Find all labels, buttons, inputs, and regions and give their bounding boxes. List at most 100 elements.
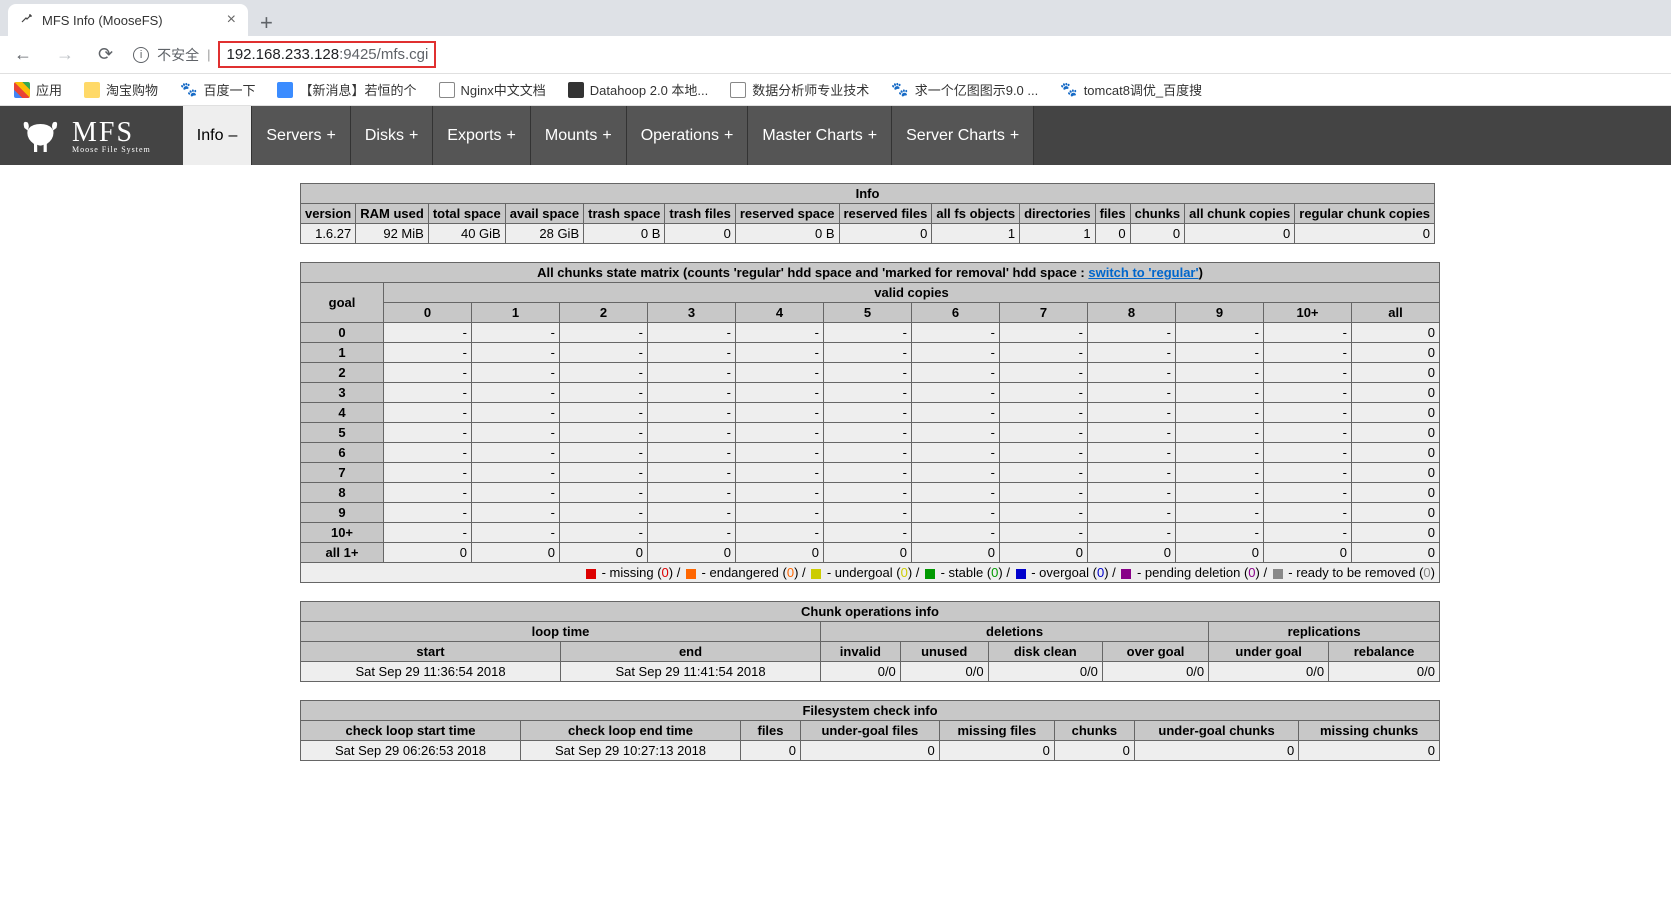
matrix-cell: - — [824, 463, 912, 483]
matrix-switch-link[interactable]: switch to 'regular' — [1088, 265, 1198, 280]
matrix-cell: - — [736, 423, 824, 443]
tab-suffix: + — [507, 127, 516, 145]
ops-del-header: invalid — [821, 642, 901, 662]
ops-rep-header: rebalance — [1329, 642, 1440, 662]
matrix-col-header: 8 — [1088, 303, 1176, 323]
matrix-cell: - — [560, 343, 648, 363]
matrix-cell: - — [912, 503, 1000, 523]
matrix-cell: - — [824, 423, 912, 443]
matrix-col-header: 7 — [1000, 303, 1088, 323]
forward-button[interactable]: → — [52, 44, 78, 65]
matrix-cell: - — [384, 463, 472, 483]
matrix-cell: - — [472, 523, 560, 543]
bookmark-label: 求一个亿图图示9.0 ... — [915, 80, 1039, 99]
matrix-cell: - — [1088, 423, 1176, 443]
info-header: directories — [1020, 204, 1095, 224]
address-bar: ← → ⟳ i 不安全 | 192.168.233.128:9425/mfs.c… — [0, 36, 1671, 74]
fs-value: Sat Sep 29 10:27:13 2018 — [521, 741, 741, 761]
fs-value: 0 — [741, 741, 801, 761]
matrix-title-suffix: ) — [1199, 265, 1203, 280]
matrix-cell: - — [824, 443, 912, 463]
tab-label: Disks — [365, 127, 404, 145]
matrix-cell: - — [384, 323, 472, 343]
matrix-cell: - — [1176, 423, 1264, 443]
matrix-cell: - — [1088, 483, 1176, 503]
info-value: 1.6.27 — [301, 224, 356, 244]
info-value: 0 — [1095, 224, 1130, 244]
matrix-cell: 0 — [1352, 503, 1440, 523]
matrix-cell: 0 — [1352, 323, 1440, 343]
bookmark-item[interactable]: Nginx中文文档 — [439, 80, 546, 99]
info-header: trash space — [584, 204, 665, 224]
tab-suffix: + — [724, 127, 733, 145]
matrix-cell: - — [736, 443, 824, 463]
fs-header: missing files — [939, 721, 1054, 741]
matrix-cell: 0 — [560, 543, 648, 563]
fs-value: 0 — [939, 741, 1054, 761]
bookmark-item[interactable]: Datahoop 2.0 本地... — [568, 80, 709, 99]
matrix-cell: 0 — [1352, 443, 1440, 463]
matrix-cell: - — [648, 363, 736, 383]
matrix-cell: - — [384, 403, 472, 423]
not-secure-label: 不安全 — [157, 45, 199, 65]
matrix-cell: - — [824, 523, 912, 543]
mfs-tab-master-charts[interactable]: Master Charts+ — [748, 106, 892, 165]
mfs-tab-server-charts[interactable]: Server Charts+ — [892, 106, 1034, 165]
info-value: 0 — [665, 224, 735, 244]
url-highlight-box: 192.168.233.128:9425/mfs.cgi — [218, 41, 436, 68]
new-tab-button[interactable]: + — [248, 10, 285, 36]
bookmark-item[interactable]: 数据分析师专业技术 — [730, 80, 869, 99]
matrix-cell: - — [648, 503, 736, 523]
bookmark-item[interactable]: 🐾tomcat8调优_百度搜 — [1060, 80, 1202, 99]
matrix-cell: 0 — [1352, 343, 1440, 363]
bookmark-label: Nginx中文文档 — [461, 80, 546, 99]
mfs-logo: MFS Moose File System — [0, 106, 169, 165]
logo-subtitle: Moose File System — [72, 145, 151, 154]
back-button[interactable]: ← — [10, 44, 36, 65]
mfs-tabs: Info–Servers+Disks+Exports+Mounts+Operat… — [183, 106, 1034, 165]
bookmark-label: tomcat8调优_百度搜 — [1084, 80, 1202, 99]
reload-button[interactable]: ⟳ — [94, 44, 117, 65]
fs-value: 0 — [1299, 741, 1440, 761]
matrix-cell: - — [384, 423, 472, 443]
bookmark-item[interactable]: 🐾求一个亿图图示9.0 ... — [891, 80, 1038, 99]
matrix-cell: - — [384, 503, 472, 523]
matrix-row-header: 6 — [301, 443, 384, 463]
matrix-cell: 0 — [824, 543, 912, 563]
mfs-tab-mounts[interactable]: Mounts+ — [531, 106, 627, 165]
matrix-row-header: all 1+ — [301, 543, 384, 563]
matrix-col-header: 4 — [736, 303, 824, 323]
browser-tab[interactable]: MFS Info (MooseFS) × — [8, 4, 248, 36]
matrix-cell: - — [1000, 423, 1088, 443]
site-info-icon[interactable]: i — [133, 47, 149, 63]
mfs-tab-disks[interactable]: Disks+ — [351, 106, 433, 165]
matrix-cell: - — [384, 443, 472, 463]
mfs-tab-servers[interactable]: Servers+ — [252, 106, 350, 165]
matrix-cell: - — [1176, 363, 1264, 383]
bookmark-item[interactable]: 【新消息】若恒的个 — [277, 80, 416, 99]
matrix-cell: - — [736, 483, 824, 503]
matrix-cell: - — [824, 363, 912, 383]
matrix-cell: - — [472, 483, 560, 503]
matrix-cell: - — [472, 463, 560, 483]
bookmark-item[interactable]: 应用 — [14, 80, 62, 99]
matrix-cell: - — [736, 523, 824, 543]
close-tab-icon[interactable]: × — [227, 11, 236, 29]
matrix-cell: - — [1264, 323, 1352, 343]
url-field[interactable]: i 不安全 | 192.168.233.128:9425/mfs.cgi — [133, 40, 1661, 70]
bookmark-item[interactable]: 淘宝购物 — [84, 80, 158, 99]
fs-check-table: Filesystem check info check loop start t… — [300, 700, 1440, 761]
mfs-tab-exports[interactable]: Exports+ — [433, 106, 531, 165]
mfs-tab-info[interactable]: Info– — [183, 106, 253, 165]
matrix-cell: 0 — [384, 543, 472, 563]
matrix-row-header: 4 — [301, 403, 384, 423]
matrix-cell: - — [1088, 443, 1176, 463]
fs-value: 0 — [1054, 741, 1134, 761]
matrix-cell: - — [1088, 523, 1176, 543]
matrix-cell: 0 — [648, 543, 736, 563]
tab-suffix: + — [868, 127, 877, 145]
bookmark-item[interactable]: 🐾百度一下 — [180, 80, 255, 99]
mfs-tab-operations[interactable]: Operations+ — [627, 106, 749, 165]
matrix-cell: - — [1000, 483, 1088, 503]
matrix-cell: - — [736, 343, 824, 363]
